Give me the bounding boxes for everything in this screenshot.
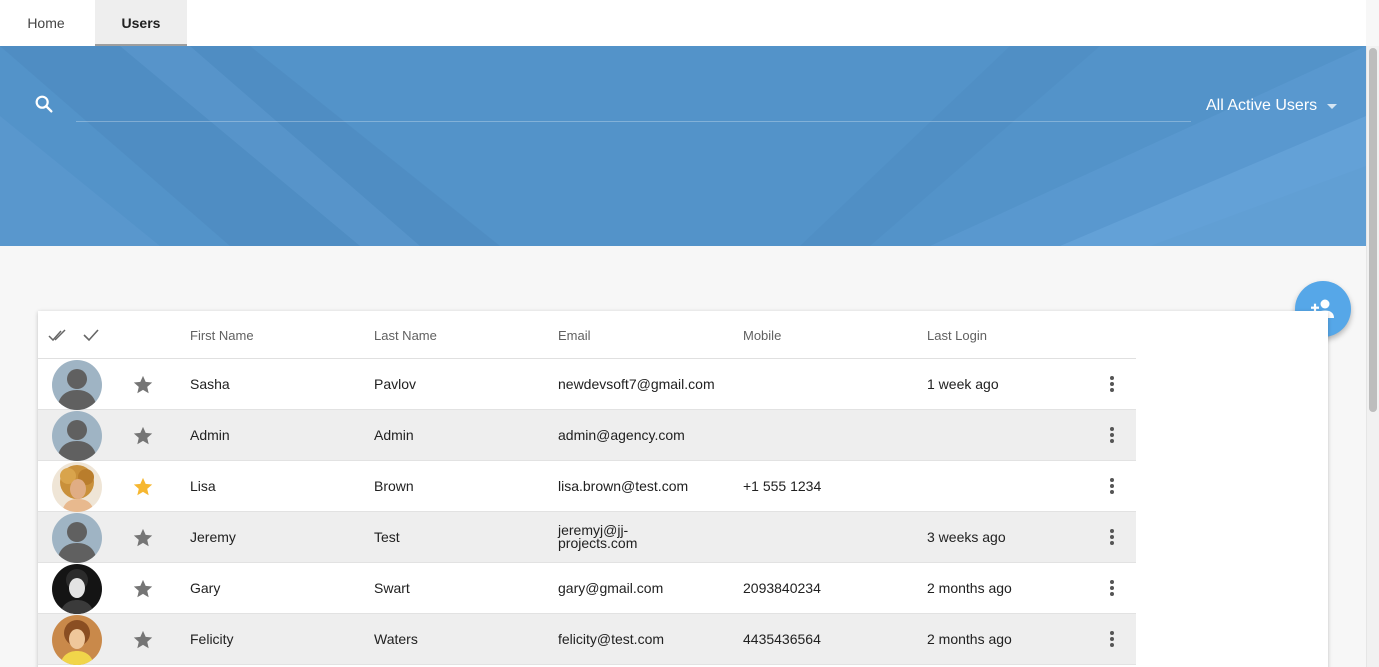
avatar[interactable] bbox=[52, 615, 102, 665]
avatar-placeholder-icon bbox=[52, 513, 102, 563]
search-underline bbox=[76, 121, 1191, 122]
first-name-cell: Admin bbox=[190, 427, 230, 443]
users-table: First Name Last Name Email Mobile Last L… bbox=[38, 311, 1328, 667]
users-page: Home Users All Active Users First Name L… bbox=[0, 0, 1379, 667]
user-filter-dropdown[interactable]: All Active Users bbox=[1206, 96, 1346, 118]
table-row[interactable]: Sasha Pavlov newdevsoft7@gmail.com 1 wee… bbox=[38, 359, 1136, 410]
search-icon[interactable] bbox=[33, 93, 55, 115]
table-row[interactable]: Felicity Waters felicity@test.com 443543… bbox=[38, 614, 1136, 665]
search-input[interactable] bbox=[76, 91, 1176, 119]
tab-bar: Home Users bbox=[0, 0, 1366, 46]
star-icon[interactable] bbox=[132, 629, 154, 651]
last-login-cell: 2 months ago bbox=[927, 631, 1012, 647]
filter-label: All Active Users bbox=[1206, 97, 1318, 114]
table-header: First Name Last Name Email Mobile Last L… bbox=[38, 311, 1136, 359]
avatar[interactable] bbox=[52, 360, 102, 410]
select-checkmark-icon[interactable] bbox=[81, 327, 101, 343]
last-login-cell: 2 months ago bbox=[927, 580, 1012, 596]
first-name-cell: Jeremy bbox=[190, 529, 236, 545]
avatar-photo-icon bbox=[52, 462, 102, 512]
avatar-placeholder-icon bbox=[52, 360, 102, 410]
mobile-cell: +1 555 1234 bbox=[743, 478, 822, 494]
avatar-photo-icon bbox=[52, 564, 102, 614]
vertical-scrollbar[interactable] bbox=[1366, 46, 1379, 667]
last-name-cell: Admin bbox=[374, 427, 414, 443]
table-row[interactable]: Lisa Brown lisa.brown@test.com +1 555 12… bbox=[38, 461, 1136, 512]
email-line-2: projects.com bbox=[558, 535, 638, 551]
star-icon[interactable] bbox=[132, 476, 154, 498]
header-last-login[interactable]: Last Login bbox=[927, 328, 987, 343]
last-name-cell: Pavlov bbox=[374, 376, 417, 392]
scrollbar-thumb[interactable] bbox=[1369, 48, 1377, 412]
header-mobile[interactable]: Mobile bbox=[743, 328, 781, 343]
last-name-cell: Waters bbox=[374, 631, 418, 647]
first-name-cell: Gary bbox=[190, 580, 221, 596]
last-name-cell: Swart bbox=[374, 580, 410, 596]
mobile-cell: 2093840234 bbox=[743, 580, 821, 596]
star-icon[interactable] bbox=[132, 578, 154, 600]
select-all-icon[interactable] bbox=[48, 327, 68, 343]
avatar[interactable] bbox=[52, 513, 102, 563]
more-vert-icon[interactable] bbox=[1104, 628, 1120, 650]
header-banner: All Active Users bbox=[0, 46, 1366, 246]
more-vert-icon[interactable] bbox=[1104, 424, 1120, 446]
last-name-cell: Brown bbox=[374, 478, 414, 494]
last-name-cell: Test bbox=[374, 529, 400, 545]
tab-home[interactable]: Home bbox=[0, 0, 92, 46]
banner-background bbox=[0, 46, 1366, 246]
last-login-cell: 1 week ago bbox=[927, 376, 999, 392]
email-cell: lisa.brown@test.com bbox=[558, 478, 689, 494]
avatar-photo-icon bbox=[52, 615, 102, 665]
avatar[interactable] bbox=[52, 462, 102, 512]
more-vert-icon[interactable] bbox=[1104, 577, 1120, 599]
more-vert-icon[interactable] bbox=[1104, 526, 1120, 548]
last-login-cell: 3 weeks ago bbox=[927, 529, 1006, 545]
email-cell: admin@agency.com bbox=[558, 427, 685, 443]
email-cell: newdevsoft7@gmail.com bbox=[558, 376, 715, 392]
email-cell: jeremyj@jj- projects.com bbox=[558, 523, 648, 551]
first-name-cell: Sasha bbox=[190, 376, 230, 392]
first-name-cell: Felicity bbox=[190, 631, 234, 647]
caret-down-icon bbox=[1327, 104, 1337, 109]
email-cell: felicity@test.com bbox=[558, 631, 665, 647]
table-row[interactable]: Jeremy Test jeremyj@jj- projects.com 3 w… bbox=[38, 512, 1136, 563]
header-email[interactable]: Email bbox=[558, 328, 591, 343]
header-first-name[interactable]: First Name bbox=[190, 328, 254, 343]
mobile-cell: 4435436564 bbox=[743, 631, 821, 647]
email-cell: gary@gmail.com bbox=[558, 580, 664, 596]
avatar-placeholder-icon bbox=[52, 411, 102, 461]
avatar[interactable] bbox=[52, 564, 102, 614]
tab-users[interactable]: Users bbox=[95, 0, 187, 46]
more-vert-icon[interactable] bbox=[1104, 475, 1120, 497]
avatar[interactable] bbox=[52, 411, 102, 461]
header-last-name[interactable]: Last Name bbox=[374, 328, 437, 343]
star-icon[interactable] bbox=[132, 527, 154, 549]
more-vert-icon[interactable] bbox=[1104, 373, 1120, 395]
table-row[interactable]: Gary Swart gary@gmail.com 2093840234 2 m… bbox=[38, 563, 1136, 614]
table-row[interactable]: Admin Admin admin@agency.com bbox=[38, 410, 1136, 461]
first-name-cell: Lisa bbox=[190, 478, 216, 494]
star-icon[interactable] bbox=[132, 374, 154, 396]
star-icon[interactable] bbox=[132, 425, 154, 447]
